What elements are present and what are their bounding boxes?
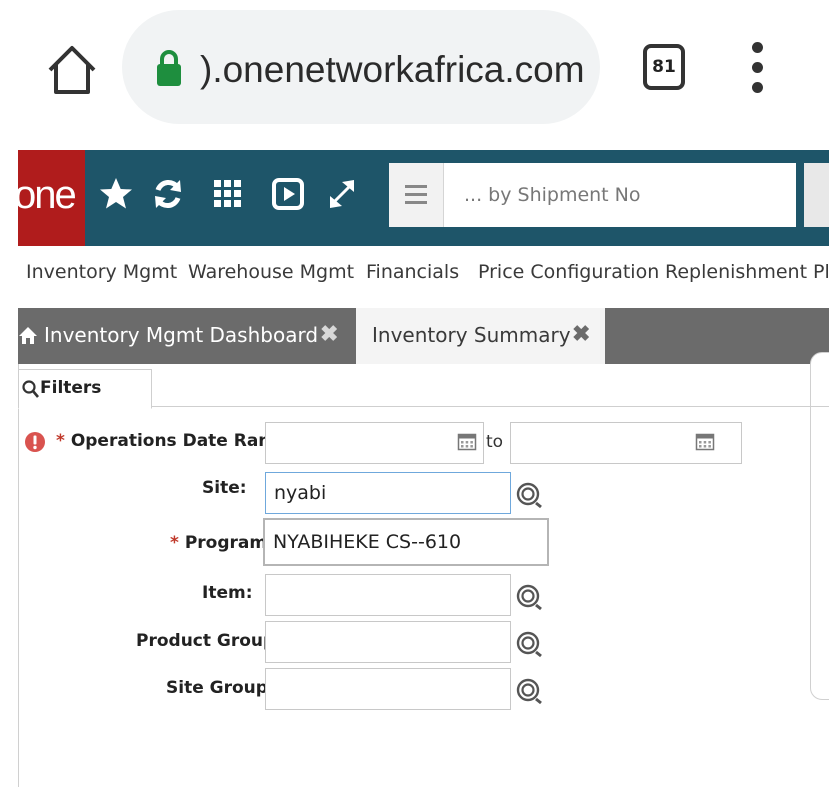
tab-count-button[interactable]: 81 [643,44,685,90]
item-input[interactable] [265,574,511,616]
logo-text: one [18,173,77,217]
star-icon[interactable] [96,174,136,214]
search-icon [22,380,39,398]
site-group-input[interactable] [265,668,511,710]
grid-icon[interactable] [208,174,248,214]
nav-financials[interactable]: Financials [366,261,459,283]
home-icon[interactable] [44,42,100,98]
program-label-text: Program: [184,533,274,553]
date-from-input[interactable] [265,422,484,464]
expand-icon[interactable] [322,174,362,214]
binoculars-search-icon[interactable] [515,581,543,611]
error-icon [25,432,45,452]
hamburger-icon[interactable] [389,163,444,227]
product-group-label: Product Group: [136,631,283,651]
close-icon[interactable]: ✖ [572,321,590,347]
filters-divider [152,406,829,407]
lock-icon [157,50,181,86]
tab-inventory-summary[interactable]: Inventory Summary [372,323,571,347]
site-group-label: Site Group: [166,678,275,698]
program-label: * Program: [170,533,274,553]
binoculars-search-icon[interactable] [515,628,543,658]
search-button[interactable] [804,163,829,227]
nav-replenishment[interactable]: Replenishment Pla [665,261,829,283]
filters-tab-label: Filters [40,378,102,398]
nav-inventory-mgmt[interactable]: Inventory Mgmt [26,261,177,283]
site-input[interactable] [265,472,511,514]
nav-warehouse-mgmt[interactable]: Warehouse Mgmt [188,261,354,283]
to-label: to [486,432,504,452]
url-text: ).onenetworkafrica.com [200,49,585,90]
one-logo[interactable]: one [18,150,85,246]
results-panel-edge [810,352,829,700]
refresh-icon[interactable] [148,174,188,214]
binoculars-search-icon[interactable] [515,479,543,509]
panel-border [18,364,19,787]
product-group-input[interactable] [265,621,511,663]
play-box-icon[interactable] [268,174,308,214]
tab-inventory-mgmt-dashboard[interactable]: Inventory Mgmt Dashboard [44,323,318,347]
calendar-icon[interactable] [695,431,715,451]
calendar-icon[interactable] [457,431,477,451]
close-icon[interactable]: ✖ [320,321,338,347]
more-menu-icon[interactable] [748,42,768,94]
home-icon [19,327,37,344]
item-label: Item: [202,583,253,603]
shipment-search-input[interactable] [444,163,796,227]
binoculars-search-icon[interactable] [515,675,543,705]
site-label: Site: [202,478,247,498]
program-select[interactable]: NYABIHEKE CS--610 [263,518,549,566]
nav-price-configuration[interactable]: Price Configuration [478,261,659,283]
